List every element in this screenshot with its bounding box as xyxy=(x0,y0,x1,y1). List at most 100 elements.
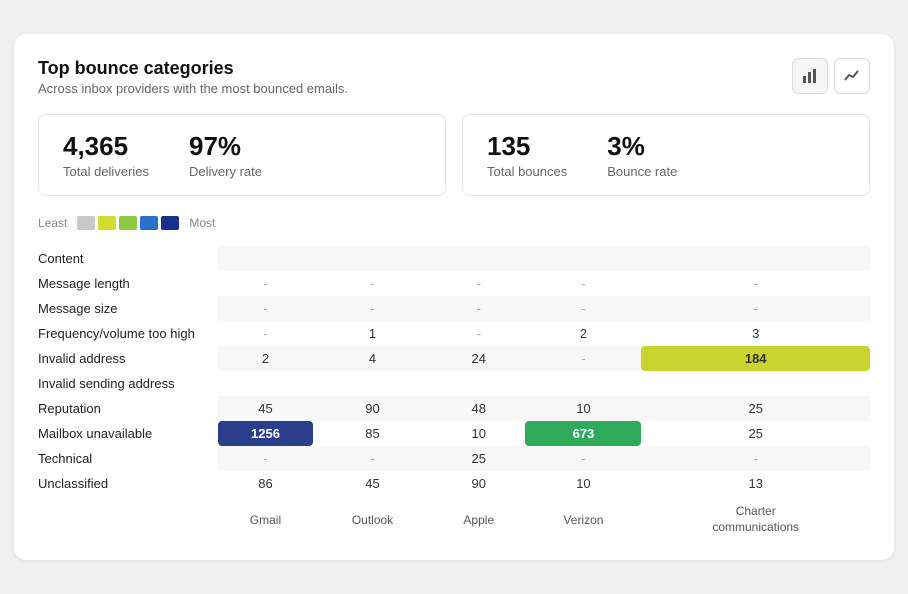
data-cell xyxy=(313,246,432,271)
line-chart-icon xyxy=(844,68,860,84)
card-title: Top bounce categories xyxy=(38,58,348,79)
table-row: Message size - - - - - xyxy=(38,296,870,321)
swatch-5 xyxy=(161,216,179,230)
data-cell: 2 xyxy=(525,321,641,346)
verizon-label: Verizon xyxy=(525,496,641,535)
data-cell: 90 xyxy=(432,471,525,496)
category-cell: Message length xyxy=(38,271,218,296)
table-row: Invalid address 2 4 24 - 184 xyxy=(38,346,870,371)
category-cell: Invalid sending address xyxy=(38,371,218,396)
data-cell: - xyxy=(313,296,432,321)
data-cell: 45 xyxy=(218,396,313,421)
data-cell: - xyxy=(218,321,313,346)
legend-swatches xyxy=(77,216,179,230)
data-cell: - xyxy=(218,446,313,471)
category-cell: Technical xyxy=(38,446,218,471)
card-header: Top bounce categories Across inbox provi… xyxy=(38,58,870,96)
data-cell: 13 xyxy=(641,471,870,496)
apple-label: Apple xyxy=(432,496,525,535)
bar-chart-button[interactable] xyxy=(792,58,828,94)
data-cell xyxy=(641,371,870,396)
data-cell: - xyxy=(525,446,641,471)
data-cell xyxy=(641,246,870,271)
table-row: Technical - - 25 - - xyxy=(38,446,870,471)
data-cell: 45 xyxy=(313,471,432,496)
data-cell: 10 xyxy=(432,421,525,446)
category-cell: Mailbox unavailable xyxy=(38,421,218,446)
data-cell: 10 xyxy=(525,471,641,496)
data-cell: 1 xyxy=(313,321,432,346)
data-cell: - xyxy=(313,271,432,296)
data-cell: 85 xyxy=(313,421,432,446)
total-deliveries-stat: 4,365 Total deliveries xyxy=(63,131,149,179)
delivery-rate-label: Delivery rate xyxy=(189,164,262,179)
table-row: Frequency/volume too high - 1 - 2 3 xyxy=(38,321,870,346)
data-cell xyxy=(432,371,525,396)
table-row: Message length - - - - - xyxy=(38,271,870,296)
data-cell: - xyxy=(432,321,525,346)
bounces-stat-card: 135 Total bounces 3% Bounce rate xyxy=(462,114,870,196)
data-cell xyxy=(313,371,432,396)
data-cell xyxy=(525,371,641,396)
data-cell: - xyxy=(525,271,641,296)
delivery-rate-value: 97% xyxy=(189,131,262,162)
table-row: Unclassified 86 45 90 10 13 xyxy=(38,471,870,496)
data-cell: 2 xyxy=(218,346,313,371)
swatch-2 xyxy=(98,216,116,230)
outlook-label: Outlook xyxy=(313,496,432,535)
deliveries-stat-card: 4,365 Total deliveries 97% Delivery rate xyxy=(38,114,446,196)
table-footer-row: Gmail Outlook Apple Verizon Chartercommu… xyxy=(38,496,870,535)
data-cell: - xyxy=(313,446,432,471)
data-cell xyxy=(218,246,313,271)
data-cell: 25 xyxy=(432,446,525,471)
heatmap-legend: Least Most xyxy=(38,216,870,230)
swatch-4 xyxy=(140,216,158,230)
stats-row: 4,365 Total deliveries 97% Delivery rate… xyxy=(38,114,870,196)
swatch-1 xyxy=(77,216,95,230)
data-cell xyxy=(432,246,525,271)
total-deliveries-value: 4,365 xyxy=(63,131,149,162)
footer-empty xyxy=(38,496,218,535)
data-cell: 4 xyxy=(313,346,432,371)
total-bounces-value: 135 xyxy=(487,131,567,162)
data-cell: 24 xyxy=(432,346,525,371)
gmail-label: Gmail xyxy=(218,496,313,535)
header-text: Top bounce categories Across inbox provi… xyxy=(38,58,348,96)
bounce-rate-stat: 3% Bounce rate xyxy=(607,131,677,179)
delivery-rate-stat: 97% Delivery rate xyxy=(189,131,262,179)
data-cell: - xyxy=(641,446,870,471)
data-cell: - xyxy=(432,296,525,321)
data-cell: 90 xyxy=(313,396,432,421)
data-cell: - xyxy=(218,271,313,296)
chart-type-buttons xyxy=(792,58,870,94)
data-cell: - xyxy=(432,271,525,296)
data-cell: 48 xyxy=(432,396,525,421)
table-row: Reputation 45 90 48 10 25 xyxy=(38,396,870,421)
data-cell: 10 xyxy=(525,396,641,421)
bounce-categories-table: Content Message length - - - - - Messag xyxy=(38,246,870,535)
line-chart-button[interactable] xyxy=(834,58,870,94)
category-cell: Content xyxy=(38,246,218,271)
data-cell: - xyxy=(525,296,641,321)
swatch-3 xyxy=(119,216,137,230)
total-bounces-label: Total bounces xyxy=(487,164,567,179)
table-row: Mailbox unavailable 1256 85 10 673 25 xyxy=(38,421,870,446)
bounce-rate-label: Bounce rate xyxy=(607,164,677,179)
category-cell: Frequency/volume too high xyxy=(38,321,218,346)
table-row: Content xyxy=(38,246,870,271)
total-deliveries-label: Total deliveries xyxy=(63,164,149,179)
card-subtitle: Across inbox providers with the most bou… xyxy=(38,81,348,96)
data-cell: 3 xyxy=(641,321,870,346)
data-cell: - xyxy=(525,346,641,371)
data-cell xyxy=(218,371,313,396)
data-cell-highlight: 1256 xyxy=(218,421,313,446)
legend-most-label: Most xyxy=(189,216,215,230)
data-cell xyxy=(525,246,641,271)
data-cell: - xyxy=(218,296,313,321)
data-cell: 86 xyxy=(218,471,313,496)
category-cell: Unclassified xyxy=(38,471,218,496)
bar-chart-icon xyxy=(802,68,818,84)
data-cell-highlight: 184 xyxy=(641,346,870,371)
legend-least-label: Least xyxy=(38,216,67,230)
data-cell: - xyxy=(641,271,870,296)
